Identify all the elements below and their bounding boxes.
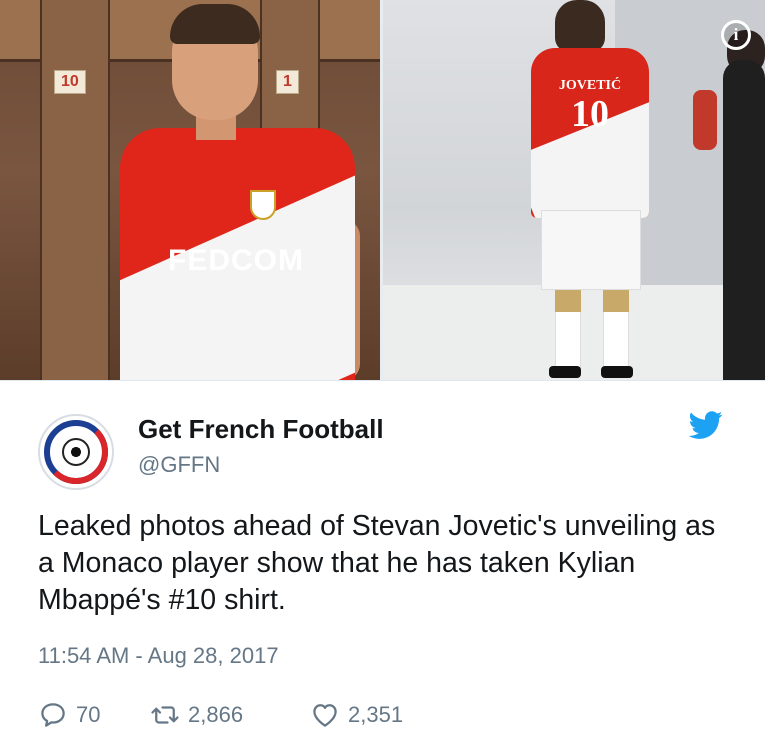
like-count: 2,351 bbox=[348, 702, 404, 727]
sock-band bbox=[555, 290, 581, 312]
football-icon bbox=[62, 438, 90, 466]
player-head-back bbox=[555, 0, 605, 52]
player-hair bbox=[170, 4, 260, 44]
background-person bbox=[693, 90, 717, 150]
jersey-number-text: 10 bbox=[571, 93, 609, 135]
locker bbox=[40, 0, 110, 380]
heart-icon bbox=[313, 704, 337, 727]
club-crest-icon bbox=[250, 190, 276, 220]
like-button[interactable]: 2,351 bbox=[310, 700, 403, 730]
author-display-name[interactable]: Get French Football bbox=[138, 414, 384, 445]
retweet-button[interactable]: 2,866 bbox=[150, 700, 310, 730]
player-boot bbox=[601, 366, 633, 378]
player-boot bbox=[549, 366, 581, 378]
locker-number-tag: 1 bbox=[276, 70, 299, 94]
jersey-back: JOVETIĆ 10 bbox=[531, 48, 649, 218]
sock-band bbox=[603, 290, 629, 312]
media-divider bbox=[0, 380, 765, 381]
author-handle[interactable]: @GFFN bbox=[138, 452, 220, 478]
retweet-count: 2,866 bbox=[188, 702, 244, 727]
avatar[interactable] bbox=[38, 414, 114, 490]
shirt-sponsor-text: FEDCOM bbox=[168, 244, 304, 277]
player-shorts bbox=[541, 210, 641, 290]
tweet-actions: 70 2,866 2,351 bbox=[38, 697, 403, 733]
retweet-icon bbox=[151, 706, 179, 724]
tweet-timestamp[interactable]: 11:54 AM - Aug 28, 2017 bbox=[38, 643, 279, 669]
reply-count: 70 bbox=[76, 702, 101, 727]
bystander bbox=[723, 60, 765, 380]
reply-button[interactable]: 70 bbox=[38, 700, 150, 730]
tweet-text: Leaked photos ahead of Stevan Jovetic's … bbox=[38, 510, 716, 616]
reply-icon bbox=[41, 703, 65, 727]
locker-number-tag: 10 bbox=[54, 70, 86, 94]
tweet-media[interactable]: 10 1 FEDCOM JOVETIĆ 10 i bbox=[0, 0, 765, 380]
info-icon[interactable]: i bbox=[721, 20, 751, 50]
photo-shirt-back[interactable]: JOVETIĆ 10 i bbox=[383, 0, 765, 380]
photo-locker-room[interactable]: 10 1 FEDCOM bbox=[0, 0, 380, 380]
twitter-bird-icon[interactable] bbox=[686, 408, 726, 442]
